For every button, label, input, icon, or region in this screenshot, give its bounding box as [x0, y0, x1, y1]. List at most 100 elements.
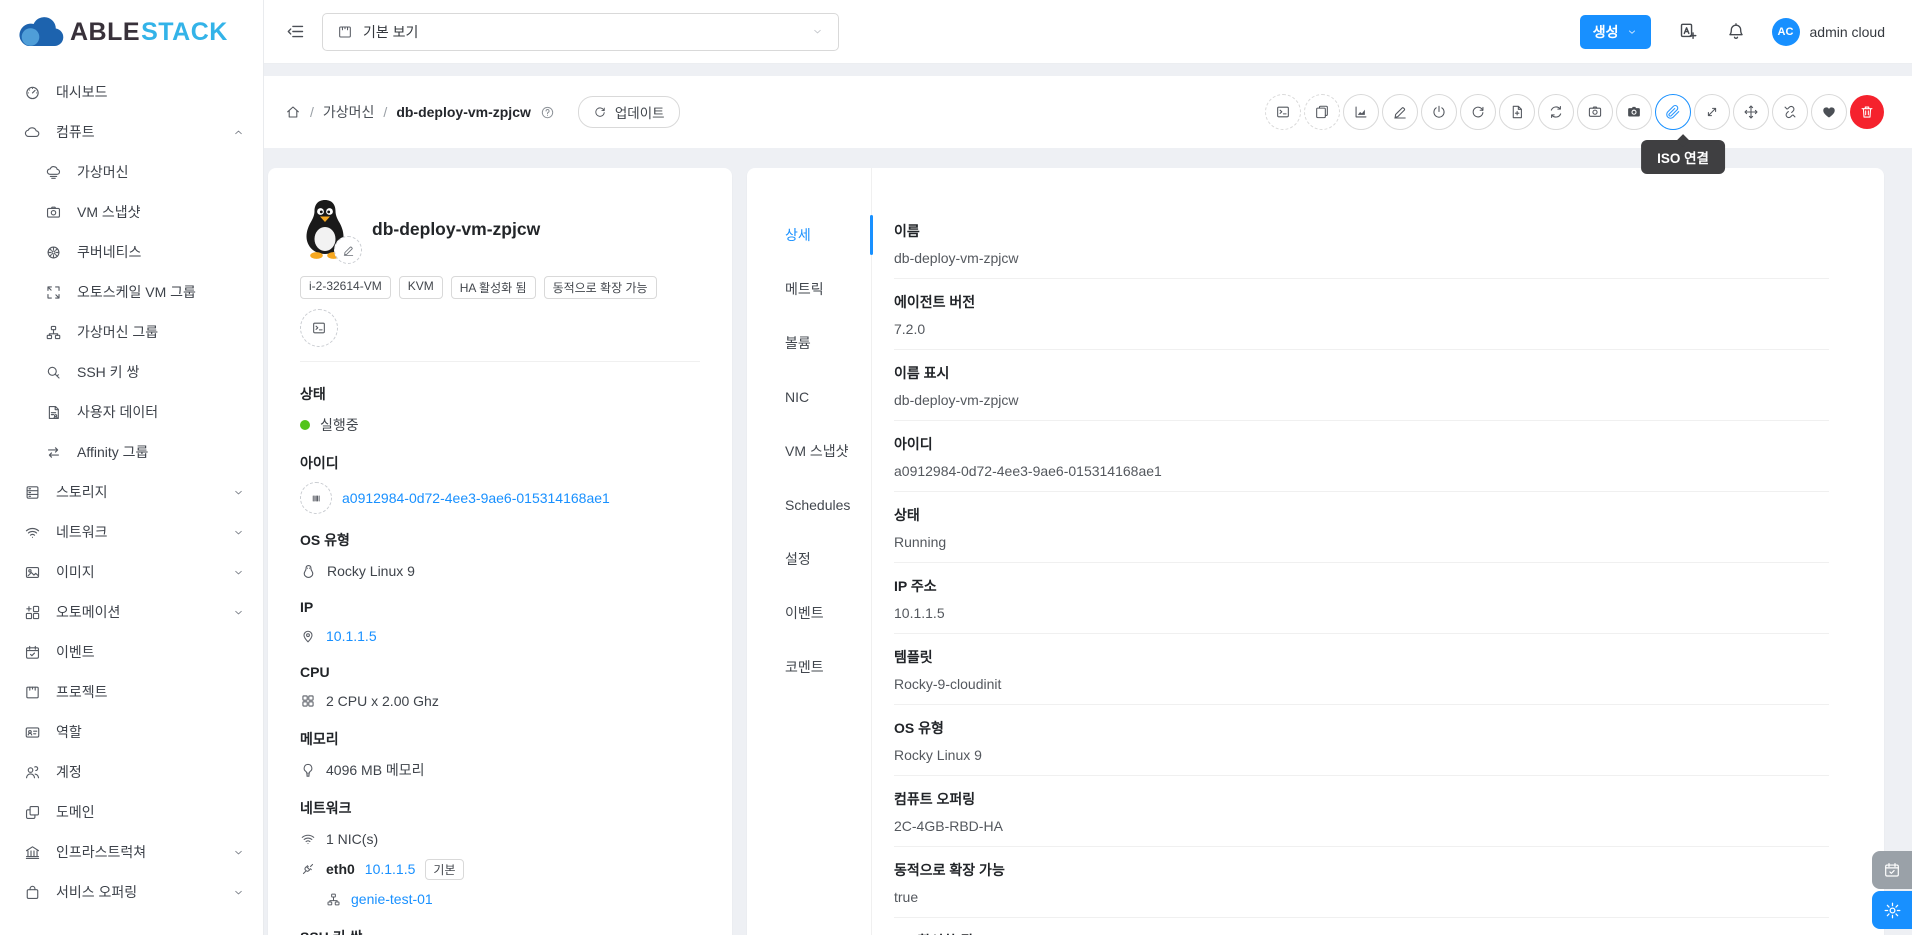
sidebar-item-domain[interactable]: 도메인 — [0, 792, 263, 832]
detail-field-value: db-deploy-vm-zpjcw — [894, 392, 1019, 408]
view-selector[interactable]: 기본 보기 — [322, 12, 839, 51]
sidebar-item-label: 사용자 데이터 — [77, 404, 159, 420]
sidebar-item-ssh-keypair[interactable]: SSH 키 쌍 — [0, 352, 263, 392]
breadcrumb-vm-link[interactable]: 가상머신 — [323, 102, 375, 122]
ha-heart-icon — [1821, 104, 1837, 120]
sidebar-item-label: 컴퓨트 — [56, 124, 95, 140]
tab-details[interactable]: 상세 — [747, 208, 873, 262]
network-link[interactable]: genie-test-01 — [351, 891, 433, 907]
detail-field-label: IP 주소 — [894, 578, 937, 594]
tab-events[interactable]: 이벤트 — [747, 586, 871, 640]
settings-float-button[interactable] — [1872, 891, 1912, 929]
tab-volumes[interactable]: 볼륨 — [747, 316, 871, 370]
network-label: 네트워크 — [300, 800, 352, 816]
vm-icon — [45, 164, 62, 181]
tab-schedules[interactable]: Schedules — [747, 478, 871, 532]
detail-field-label: 아이디 — [894, 436, 933, 452]
menu-fold-icon[interactable] — [285, 21, 306, 42]
sidebar-item-network[interactable]: 네트워크 — [0, 512, 263, 552]
notification-bell-icon[interactable] — [1726, 22, 1746, 42]
help-icon[interactable] — [540, 105, 555, 120]
sidebar-item-label: SSH 키 쌍 — [77, 364, 140, 380]
detail-field: 아이디 a0912984-0d72-4ee3-9ae6-015314168ae1 — [894, 421, 1829, 492]
sidebar-item-infrastructure[interactable]: 인프라스트럭쳐 — [0, 832, 263, 872]
metrics-icon — [1353, 104, 1369, 120]
update-button[interactable]: 업데이트 — [577, 96, 680, 128]
vm-tag: KVM — [398, 276, 443, 299]
detail-field-label: 컴퓨트 오퍼링 — [894, 791, 976, 807]
tab-vm-snapshot[interactable]: VM 스냅샷 — [747, 424, 871, 478]
nic-ip-link[interactable]: 10.1.1.5 — [365, 861, 416, 877]
sidebar-item-affinity-group[interactable]: Affinity 그룹 — [0, 432, 263, 472]
vm-tag: i-2-32614-VM — [300, 276, 391, 299]
home-icon[interactable] — [285, 104, 301, 120]
attach-iso-icon — [1665, 104, 1681, 120]
barcode-icon — [309, 491, 324, 506]
sidebar-item-user-data[interactable]: 사용자 데이터 — [0, 392, 263, 432]
locale-icon[interactable] — [1678, 21, 1699, 42]
volume-snapshot-icon — [1626, 104, 1642, 120]
sidebar-item-storage[interactable]: 스토리지 — [0, 472, 263, 512]
tab-settings[interactable]: 설정 — [747, 532, 871, 586]
nic-icon — [300, 861, 316, 877]
sidebar-item-autoscale-vm-group[interactable]: 오토스케일 VM 그룹 — [0, 272, 263, 312]
snapshot-button[interactable] — [1577, 94, 1613, 130]
image-icon — [24, 564, 41, 581]
domain-icon — [24, 804, 41, 821]
attach-iso-button[interactable] — [1655, 94, 1691, 130]
ha-button[interactable] — [1811, 94, 1847, 130]
sidebar-item-dashboard[interactable]: 대시보드 — [0, 72, 263, 112]
migrate-button[interactable] — [1733, 94, 1769, 130]
detail-field-value: 10.1.1.5 — [894, 605, 945, 621]
detail-field: 이름 표시 db-deploy-vm-zpjcw — [894, 350, 1829, 421]
tab-comments[interactable]: 코멘트 — [747, 640, 871, 694]
reboot-button[interactable] — [1460, 94, 1496, 130]
sidebar-item-role[interactable]: 역할 — [0, 712, 263, 752]
scale-button[interactable] — [1694, 94, 1730, 130]
sidebar-item-project[interactable]: 프로젝트 — [0, 672, 263, 712]
unmanage-button[interactable] — [1772, 94, 1808, 130]
sidebar-item-kubernetes[interactable]: 쿠버네티스 — [0, 232, 263, 272]
sidebar-item-compute[interactable]: 컴퓨트 — [0, 112, 263, 152]
edit-button[interactable] — [1382, 94, 1418, 130]
edit-avatar-button[interactable] — [334, 236, 362, 264]
console-button[interactable] — [300, 309, 338, 347]
detail-field-value: Rocky Linux 9 — [894, 747, 982, 763]
tab-nic[interactable]: NIC — [747, 370, 871, 424]
ip-link[interactable]: 10.1.1.5 — [326, 628, 377, 644]
sync-button[interactable] — [1538, 94, 1574, 130]
storage-icon — [24, 484, 41, 501]
user-avatar[interactable]: AC — [1771, 17, 1800, 46]
tab-metrics[interactable]: 메트릭 — [747, 262, 871, 316]
create-button[interactable]: 생성 — [1579, 14, 1651, 49]
sidebar-item-service-offering[interactable]: 서비스 오퍼링 — [0, 872, 263, 912]
penguin-icon — [300, 563, 317, 580]
id-label: 아이디 — [300, 455, 339, 471]
stop-button[interactable] — [1421, 94, 1457, 130]
sidebar-item-event[interactable]: 이벤트 — [0, 632, 263, 672]
vm-id-link[interactable]: a0912984-0d72-4ee3-9ae6-015314168ae1 — [342, 490, 610, 506]
chevron-down-icon — [232, 846, 245, 859]
sidebar-item-vm-group[interactable]: 가상머신 그룹 — [0, 312, 263, 352]
event-log-icon — [1883, 861, 1901, 879]
volume-snapshot-button[interactable] — [1616, 94, 1652, 130]
metrics-button[interactable] — [1343, 94, 1379, 130]
destroy-button[interactable] — [1850, 95, 1884, 129]
sidebar-item-vm-snapshot[interactable]: VM 스냅샷 — [0, 192, 263, 232]
chevron-up-icon — [232, 126, 245, 139]
dashboard-icon — [24, 84, 41, 101]
sync-icon — [1548, 104, 1564, 120]
username[interactable]: admin cloud — [1810, 24, 1886, 40]
nic-count: 1 NIC(s) — [326, 831, 379, 847]
copy-button[interactable] — [1304, 94, 1340, 130]
event-log-float-button[interactable] — [1872, 851, 1912, 889]
vm-header: db-deploy-vm-zpjcw — [300, 198, 700, 264]
caret-down-icon — [1626, 26, 1638, 38]
reinstall-button[interactable] — [1499, 94, 1535, 130]
sidebar-item-image[interactable]: 이미지 — [0, 552, 263, 592]
console-button[interactable] — [1265, 94, 1301, 130]
sidebar-item-vm[interactable]: 가상머신 — [0, 152, 263, 192]
sidebar-item-account[interactable]: 계정 — [0, 752, 263, 792]
ablestack-logo[interactable]: ABLE STACK — [0, 0, 263, 64]
sidebar-item-automation[interactable]: 오토메이션 — [0, 592, 263, 632]
